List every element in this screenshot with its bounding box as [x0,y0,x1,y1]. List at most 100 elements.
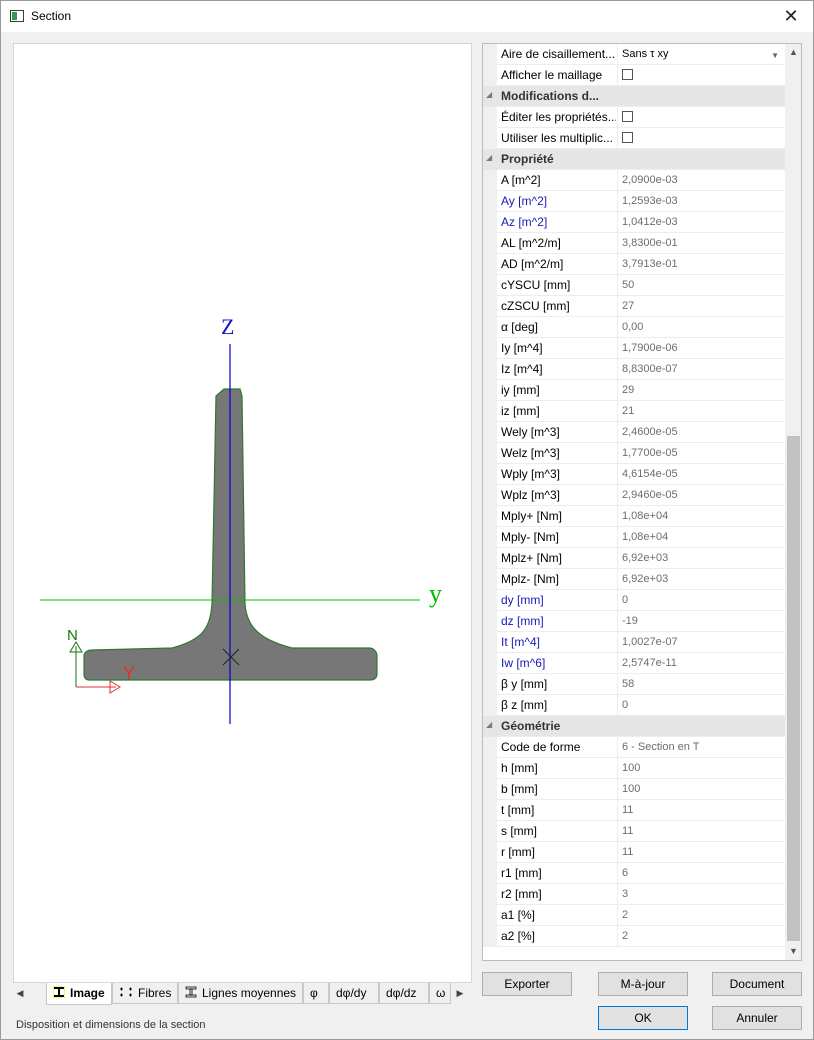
property-value[interactable]: 11 [617,821,785,842]
property-row[interactable]: AL [m^2/m] 3,8300e-01 [483,233,785,254]
property-row[interactable]: a1 [%] 2 [483,905,785,926]
property-row[interactable]: β y [mm] 58 [483,674,785,695]
collapse-icon[interactable]: ◢ [486,90,492,99]
property-row[interactable]: It [m^4] 1,0027e-07 [483,632,785,653]
property-row[interactable]: A [m^2] 2,0900e-03 [483,170,785,191]
property-grid[interactable]: Aire de cisaillement... Sans τ xy ▼ Affiche… [482,43,802,961]
scroll-up-icon[interactable]: ▲ [785,44,801,61]
property-value[interactable]: 1,0027e-07 [617,632,785,653]
property-row[interactable]: α [deg] 0,00 [483,317,785,338]
property-row[interactable]: Iw [m^6] 2,5747e-11 [483,653,785,674]
property-row[interactable]: Éditer les propriétés... [483,107,785,128]
property-value[interactable]: 6,92e+03 [617,548,785,569]
property-value[interactable]: 100 [617,779,785,800]
property-value[interactable]: 1,2593e-03 [617,191,785,212]
property-value[interactable]: 1,7700e-05 [617,443,785,464]
section-drawing-panel[interactable]: Z y N Y [13,43,472,983]
property-value[interactable]: 0,00 [617,317,785,338]
property-value[interactable]: 27 [617,296,785,317]
property-row[interactable]: Utiliser les multiplic... [483,128,785,149]
property-row[interactable]: β z [mm] 0 [483,695,785,716]
category-row[interactable]: ◢ Géométrie [483,716,785,737]
property-value[interactable]: 2,9460e-05 [617,485,785,506]
property-row[interactable]: b [mm] 100 [483,779,785,800]
property-row[interactable]: Az [m^2] 1,0412e-03 [483,212,785,233]
property-row[interactable]: s [mm] 11 [483,821,785,842]
tab-image[interactable]: Image [46,983,112,1005]
ok-button[interactable]: OK [598,1006,688,1030]
property-row[interactable]: r1 [mm] 6 [483,863,785,884]
property-value[interactable]: 11 [617,842,785,863]
property-checkbox-cell[interactable] [617,107,785,128]
dropdown-arrow-icon[interactable]: ▼ [771,45,779,65]
property-row[interactable]: dz [mm] -19 [483,611,785,632]
property-value[interactable]: 4,6154e-05 [617,464,785,485]
property-row[interactable]: Mply- [Nm] 1,08e+04 [483,527,785,548]
tab-omega[interactable]: ω [429,983,451,1004]
property-row[interactable]: Welz [m^3] 1,7700e-05 [483,443,785,464]
property-value[interactable]: 3,8300e-01 [617,233,785,254]
close-button[interactable]: ✕ [769,1,813,32]
property-checkbox[interactable] [622,110,633,122]
property-value[interactable]: -19 [617,611,785,632]
tab-phi[interactable]: φ [303,983,329,1004]
property-row[interactable]: iy [mm] 29 [483,380,785,401]
property-value[interactable]: 2 [617,905,785,926]
property-row[interactable]: Mplz- [Nm] 6,92e+03 [483,569,785,590]
property-value[interactable]: 1,08e+04 [617,527,785,548]
tab-fibres[interactable]: Fibres [112,983,178,1004]
property-value[interactable]: 3,7913e-01 [617,254,785,275]
property-checkbox[interactable] [622,68,633,80]
property-row[interactable]: a2 [%] 2 [483,926,785,947]
export-button[interactable]: Exporter [482,972,572,996]
cancel-button[interactable]: Annuler [712,1006,802,1030]
property-value[interactable]: 29 [617,380,785,401]
property-value[interactable]: 58 [617,674,785,695]
category-row[interactable]: ◢ Modifications d... [483,86,785,107]
category-row[interactable]: ◢ Propriété [483,149,785,170]
property-row[interactable]: AD [m^2/m] 3,7913e-01 [483,254,785,275]
property-value[interactable]: 8,8300e-07 [617,359,785,380]
property-row[interactable]: r [mm] 11 [483,842,785,863]
property-value[interactable]: 11 [617,800,785,821]
property-grid-scrollbar[interactable]: ▲ ▼ [785,44,801,960]
tab-scroll-left[interactable]: ◀ [13,983,27,1004]
property-value[interactable]: 50 [617,275,785,296]
scroll-down-icon[interactable]: ▼ [785,943,801,960]
tab-scroll-right[interactable]: ▶ [453,983,467,1004]
property-row[interactable]: Wplz [m^3] 2,9460e-05 [483,485,785,506]
property-row[interactable]: h [mm] 100 [483,758,785,779]
property-value[interactable]: 1,08e+04 [617,506,785,527]
property-value[interactable]: 1,7900e-06 [617,338,785,359]
property-value[interactable]: 2,0900e-03 [617,170,785,191]
property-row[interactable]: Aire de cisaillement... Sans τ xy ▼ [483,44,785,65]
collapse-icon[interactable]: ◢ [486,153,492,162]
property-value[interactable]: 2,5747e-11 [617,653,785,674]
property-value[interactable]: 100 [617,758,785,779]
document-button[interactable]: Document [712,972,802,996]
property-row[interactable]: Iz [m^4] 8,8300e-07 [483,359,785,380]
property-row[interactable]: cZSCU [mm] 27 [483,296,785,317]
tab-lignes-moyennes[interactable]: Lignes moyennes [178,983,303,1004]
property-value[interactable]: 6 - Section en T [617,737,785,758]
property-row[interactable]: Iy [m^4] 1,7900e-06 [483,338,785,359]
property-row[interactable]: r2 [mm] 3 [483,884,785,905]
property-value[interactable]: 1,0412e-03 [617,212,785,233]
property-value[interactable]: 0 [617,695,785,716]
property-checkbox-cell[interactable] [617,128,785,149]
tab-dphi-dz[interactable]: dφ/dz [379,983,429,1004]
property-checkbox-cell[interactable] [617,65,785,86]
property-row[interactable]: Code de forme 6 - Section en T [483,737,785,758]
scroll-thumb[interactable] [787,436,800,941]
property-row[interactable]: cYSCU [mm] 50 [483,275,785,296]
property-row[interactable]: Wely [m^3] 2,4600e-05 [483,422,785,443]
property-value[interactable]: 2,4600e-05 [617,422,785,443]
property-row[interactable]: Mplz+ [Nm] 6,92e+03 [483,548,785,569]
property-row[interactable]: dy [mm] 0 [483,590,785,611]
property-value[interactable]: 2 [617,926,785,947]
property-value[interactable]: Sans τ xy ▼ [617,44,785,65]
update-button[interactable]: M-à-jour [598,972,688,996]
property-row[interactable]: Wply [m^3] 4,6154e-05 [483,464,785,485]
property-row[interactable]: iz [mm] 21 [483,401,785,422]
property-row[interactable]: Afficher le maillage [483,65,785,86]
